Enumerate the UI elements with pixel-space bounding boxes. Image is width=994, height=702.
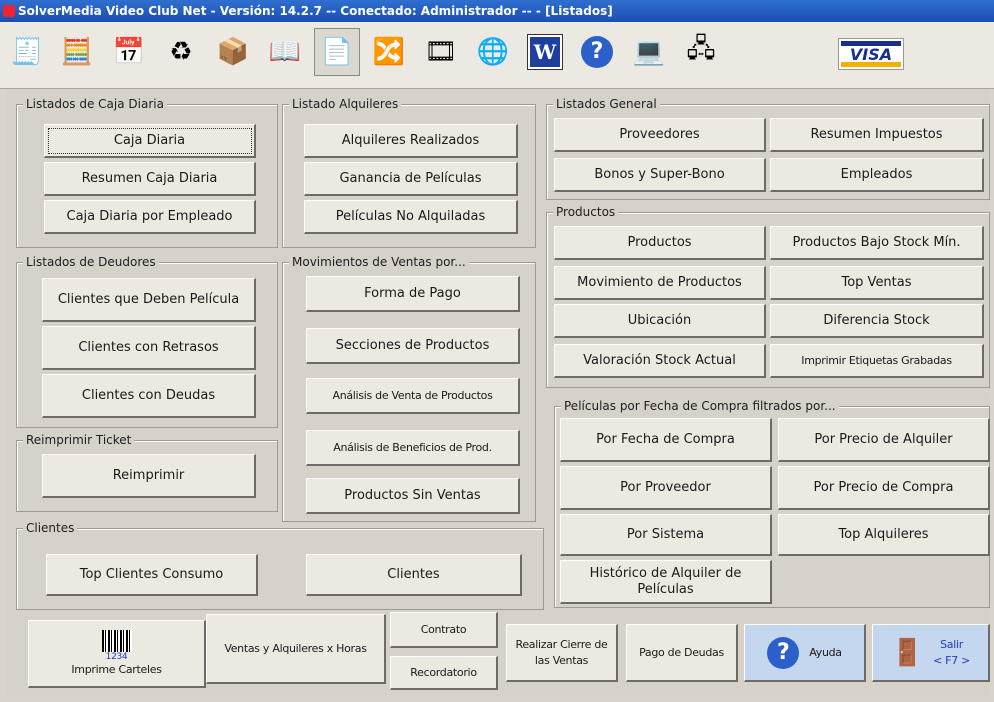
cash-register-icon[interactable]: 🧾 (4, 28, 50, 76)
por-precio-compra-button[interactable]: Por Precio de Compra (778, 466, 990, 510)
reimprimir-button[interactable]: Reimprimir (42, 454, 256, 498)
clientes-retrasos-button[interactable]: Clientes con Retrasos (42, 326, 256, 370)
toolbar: 🧾 🧮 📅 ♻ 📦 📖 📄 🔀 🎞 🌐 W ? 💻 🖧 VISA (0, 22, 994, 89)
pago-deudas-button[interactable]: Pago de Deudas (626, 624, 738, 682)
diferencia-stock-button[interactable]: Diferencia Stock (770, 304, 984, 338)
window-title: SolverMedia Video Club Net - Versión: 14… (18, 4, 613, 18)
barcode-icon (101, 629, 132, 652)
salir-button[interactable]: 🚪 Salir < F7 > (872, 624, 990, 682)
valoracion-stock-button[interactable]: Valoración Stock Actual (554, 344, 766, 378)
visa-logo[interactable]: VISA (838, 38, 904, 70)
computer-icon[interactable]: 💻 (626, 28, 672, 76)
barcode-number: 1234 (105, 651, 128, 662)
ganancia-peliculas-button[interactable]: Ganancia de Películas (304, 162, 518, 196)
historico-alquiler-button[interactable]: Histórico de Alquiler de Películas (560, 560, 772, 604)
app-icon (3, 5, 15, 17)
por-fecha-compra-button[interactable]: Por Fecha de Compra (560, 418, 772, 462)
productos-sin-ventas-button[interactable]: Productos Sin Ventas (306, 478, 520, 514)
top-alquileres-button[interactable]: Top Alquileres (778, 514, 990, 556)
realizar-cierre-button[interactable]: Realizar Cierre de las Ventas (506, 624, 618, 682)
analisis-beneficios-button[interactable]: Análisis de Beneficios de Prod. (306, 430, 520, 466)
por-precio-alquiler-button[interactable]: Por Precio de Alquiler (778, 418, 990, 462)
salir-key: < F7 > (933, 653, 971, 667)
group-ticket-legend: Reimprimir Ticket (23, 432, 135, 448)
globe-icon[interactable]: 🌐 (470, 28, 516, 76)
word-icon[interactable]: W (522, 28, 568, 76)
bonos-super-bono-button[interactable]: Bonos y Super-Bono (554, 158, 766, 192)
caja-diaria-empleado-button[interactable]: Caja Diaria por Empleado (44, 200, 256, 234)
group-clientes-legend: Clientes (23, 520, 78, 536)
proveedores-button[interactable]: Proveedores (554, 118, 766, 152)
peliculas-no-alquiladas-button[interactable]: Películas No Alquiladas (304, 200, 518, 234)
alquileres-realizados-button[interactable]: Alquileres Realizados (304, 124, 518, 158)
network-icon[interactable]: 🖧 (678, 28, 724, 76)
resumen-caja-diaria-button[interactable]: Resumen Caja Diaria (44, 162, 256, 196)
top-clientes-consumo-button[interactable]: Top Clientes Consumo (46, 554, 258, 596)
caja-diaria-button[interactable]: Caja Diaria (44, 124, 256, 158)
ventas-alquileres-horas-button[interactable]: Ventas y Alquileres x Horas (206, 614, 386, 684)
calendar-icon[interactable]: 📅 (106, 28, 152, 76)
film-reel-icon[interactable]: 🎞 (418, 28, 464, 76)
group-productos-legend: Productos (553, 204, 619, 220)
empleados-button[interactable]: Empleados (770, 158, 984, 192)
clientes-button[interactable]: Clientes (306, 554, 522, 596)
analisis-venta-productos-button[interactable]: Análisis de Venta de Productos (306, 378, 520, 414)
por-sistema-button[interactable]: Por Sistema (560, 514, 772, 556)
movimiento-productos-button[interactable]: Movimiento de Productos (554, 266, 766, 300)
ayuda-button[interactable]: ? Ayuda (744, 624, 866, 682)
exit-door-icon: 🚪 (890, 637, 924, 668)
salir-text: Salir < F7 > (933, 637, 970, 669)
recycle-bin-icon[interactable]: ♻ (158, 28, 204, 76)
group-peliculas-legend: Películas por Fecha de Compra filtrados … (561, 398, 839, 414)
group-general-legend: Listados General (553, 96, 660, 112)
group-caja-legend: Listados de Caja Diaria (23, 96, 167, 112)
resumen-impuestos-button[interactable]: Resumen Impuestos (770, 118, 984, 152)
calculator-icon[interactable]: 🧮 (54, 28, 100, 76)
top-ventas-button[interactable]: Top Ventas (770, 266, 984, 300)
help-icon: ? (767, 636, 800, 669)
imprimir-etiquetas-button[interactable]: Imprimir Etiquetas Grabadas (770, 344, 984, 378)
visa-label: VISA (849, 44, 893, 64)
forma-pago-button[interactable]: Forma de Pago (306, 276, 520, 312)
clientes-deudas-button[interactable]: Clientes con Deudas (42, 374, 256, 418)
secciones-productos-button[interactable]: Secciones de Productos (306, 328, 520, 364)
ubicacion-button[interactable]: Ubicación (554, 304, 766, 338)
recordatorio-button[interactable]: Recordatorio (390, 656, 498, 690)
document-icon[interactable]: 📄 (314, 28, 360, 76)
title-bar: SolverMedia Video Club Net - Versión: 14… (0, 0, 994, 22)
productos-button[interactable]: Productos (554, 226, 766, 260)
salir-label: Salir (940, 637, 963, 651)
contrato-button[interactable]: Contrato (390, 612, 498, 648)
por-proveedor-button[interactable]: Por Proveedor (560, 466, 772, 510)
ayuda-label: Ayuda (809, 645, 842, 659)
imprime-carteles-label: Imprime Carteles (71, 662, 162, 676)
package-icon[interactable]: 📦 (210, 28, 256, 76)
help-icon[interactable]: ? (574, 28, 620, 76)
group-deudores-legend: Listados de Deudores (23, 254, 159, 270)
productos-bajo-stock-button[interactable]: Productos Bajo Stock Mín. (770, 226, 984, 260)
transfer-icon[interactable]: 🔀 (366, 28, 412, 76)
book-icon[interactable]: 📖 (262, 28, 308, 76)
listados-panel: Listados de Caja Diaria Caja Diaria Resu… (6, 90, 990, 696)
imprime-carteles-button[interactable]: 1234 Imprime Carteles (28, 620, 206, 688)
group-ventas-legend: Movimientos de Ventas por... (289, 254, 469, 270)
clientes-deben-pelicula-button[interactable]: Clientes que Deben Película (42, 278, 256, 322)
group-alquileres-legend: Listado Alquileres (289, 96, 402, 112)
